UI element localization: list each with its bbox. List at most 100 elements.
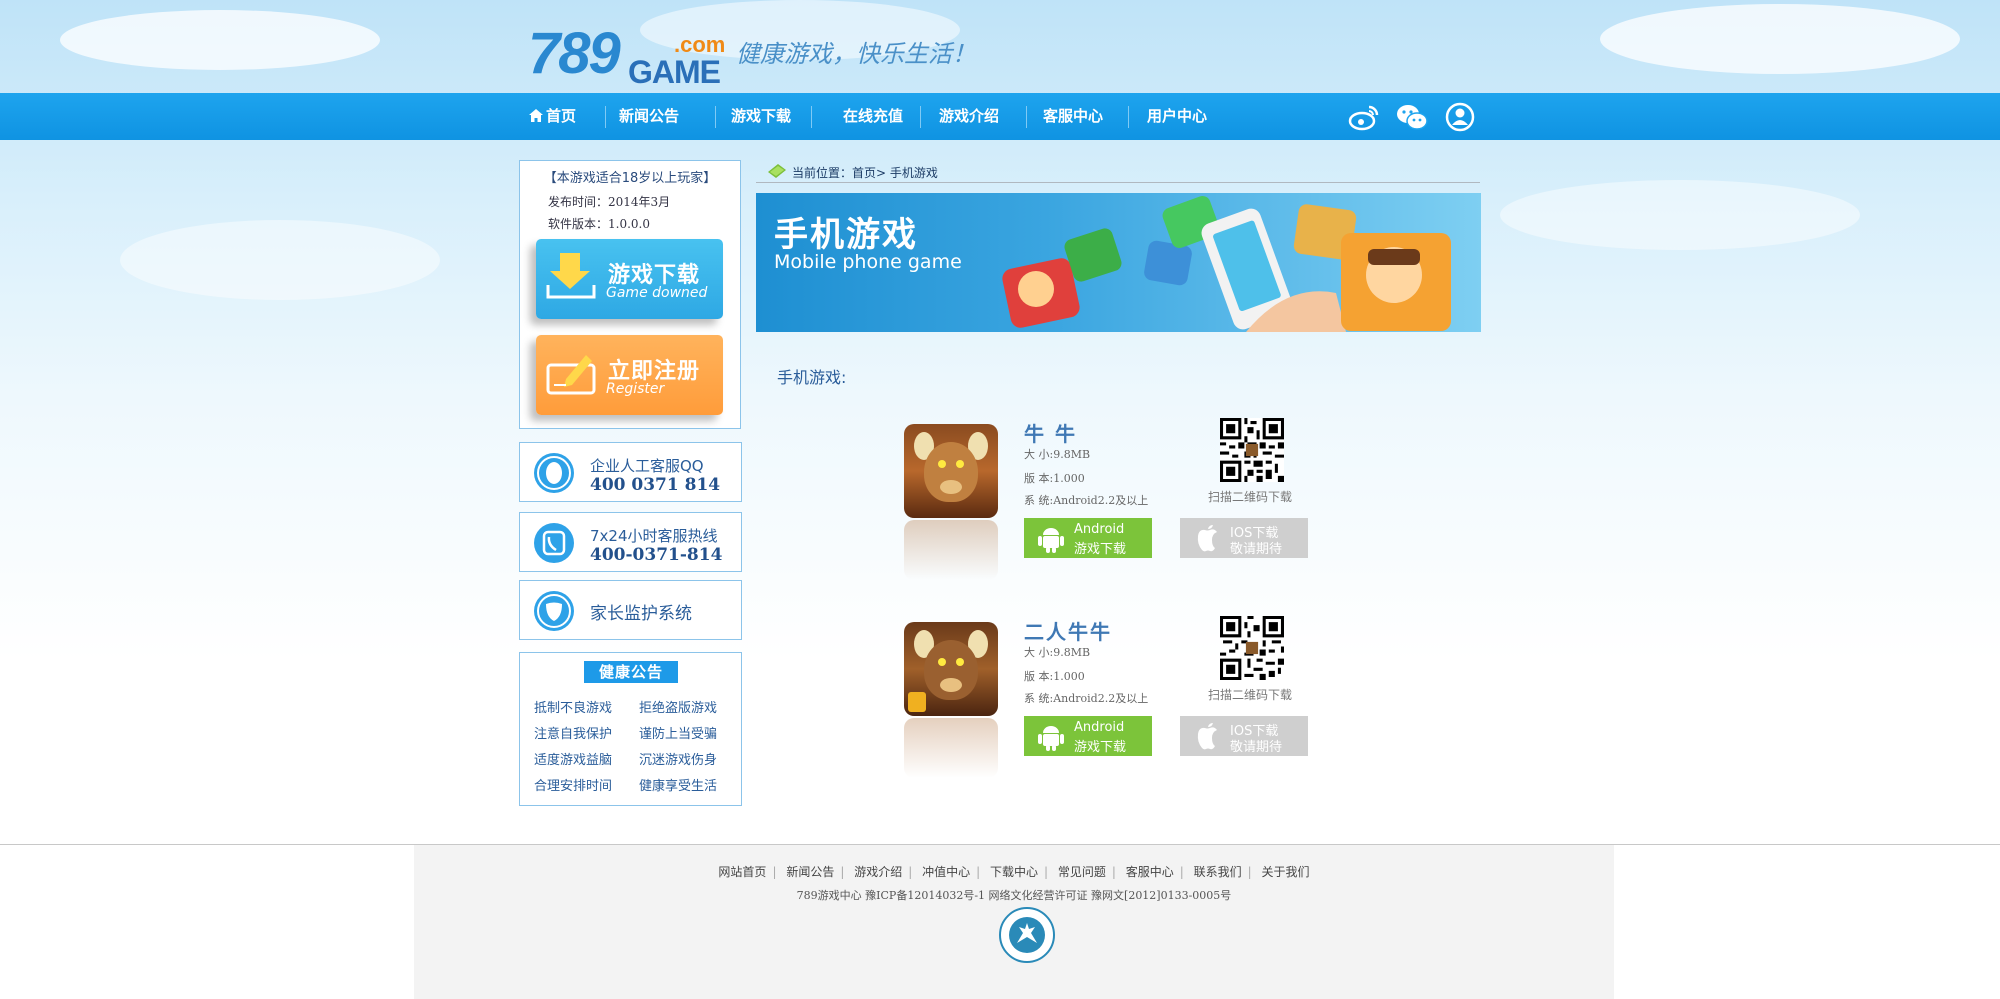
footer-link-news[interactable]: 新闻公告: [786, 865, 834, 879]
software-version: 软件版本：1.0.0.0: [548, 217, 650, 231]
nav-item-intro[interactable]: 游戏介绍: [939, 93, 999, 140]
qr-label: 扫描二维码下载: [1208, 490, 1293, 504]
game-system: 系 统:Android2.2及以上: [1024, 494, 1149, 507]
android-button-sublabel: 游戏下载: [1074, 542, 1127, 557]
qq-icon: [534, 453, 574, 493]
nav-item-user[interactable]: 用户中心: [1147, 93, 1207, 140]
footer-link-recharge[interactable]: 冲值中心: [922, 865, 970, 879]
hotline-number: 400-0371-814: [590, 545, 723, 565]
footer-link-contact[interactable]: 联系我们: [1194, 865, 1242, 879]
nav-divider: [1026, 106, 1027, 128]
parent-control-label: 家长监护系统: [590, 604, 692, 624]
game-system: 系 统:Android2.2及以上: [1024, 692, 1149, 705]
footer-link-about[interactable]: 关于我们: [1262, 865, 1310, 879]
game-download-button[interactable]: 游戏下载 Game downed: [536, 239, 723, 319]
game-card: 二人牛牛 大 小:9.8MB 版 本:1.000 系 统:Android2.2及…: [904, 614, 1324, 794]
nav-item-news[interactable]: 新闻公告: [619, 93, 679, 140]
nav-divider: [1128, 106, 1129, 128]
nav-item-service[interactable]: 客服中心: [1043, 93, 1103, 140]
game-version: 版 本:1.000: [1024, 472, 1085, 485]
banner-art: [1002, 195, 1451, 332]
game-size: 大 小:9.8MB: [1024, 646, 1091, 659]
wechat-icon[interactable]: [1396, 101, 1428, 133]
health-item: 健康享受生活: [639, 779, 718, 794]
qq-service-label: 企业人工客服QQ: [590, 457, 704, 475]
banner-title: 手机游戏: [774, 215, 918, 255]
ios-button-sublabel: 敬请期待: [1230, 542, 1283, 557]
icon-reflection: [904, 520, 998, 580]
game-name: 牛 牛: [1024, 422, 1077, 446]
health-notice-title: 健康公告: [584, 661, 678, 683]
nav-divider: [715, 106, 716, 128]
ios-download-button[interactable]: IOS下载 敬请期待: [1180, 716, 1308, 756]
android-button-label: Android: [1074, 522, 1125, 537]
game-icon-errenniuniu[interactable]: [904, 622, 998, 716]
mobile-game-banner: 手机游戏 Mobile phone game: [756, 193, 1481, 332]
phone-icon: [534, 523, 574, 563]
game-card: 牛 牛 大 小:9.8MB 版 本:1.000 系 统:Android2.2及以…: [904, 416, 1324, 596]
download-button-sublabel: Game downed: [606, 285, 708, 301]
cloud-decoration: [120, 220, 440, 300]
nav-item-label: 首页: [546, 107, 577, 125]
register-icon: [546, 355, 596, 395]
android-download-button[interactable]: Android 游戏下载: [1024, 518, 1152, 558]
nav-divider: [811, 106, 812, 128]
parent-control-link[interactable]: 家长监护系统: [519, 580, 742, 640]
footer-link-service[interactable]: 客服中心: [1126, 865, 1174, 879]
logo-number: 789: [528, 21, 621, 86]
android-button-label: Android: [1074, 720, 1125, 735]
footer-link-intro[interactable]: 游戏介绍: [854, 865, 902, 879]
main-nav: 首页 新闻公告 游戏下载 在线充值 游戏介绍 客服中心 用户中心: [0, 93, 2000, 140]
game-size: 大 小:9.8MB: [1024, 448, 1091, 461]
hotline-link[interactable]: 7x24小时客服热线 400-0371-814: [519, 512, 742, 572]
hotline-label: 7x24小时客服热线: [590, 527, 718, 545]
health-item: 注意自我保护: [534, 727, 613, 742]
footer-icp-text: 789游戏中心 豫ICP备12014032号-1 网络文化经营许可证 豫网文[2…: [796, 889, 1232, 902]
ios-download-button[interactable]: IOS下载 敬请期待: [1180, 518, 1308, 558]
nav-divider: [920, 106, 921, 128]
license-badge-icon[interactable]: [999, 907, 1055, 963]
age-notice: 【本游戏适合18岁以上玩家】: [543, 171, 717, 186]
nav-divider: [605, 106, 606, 128]
weibo-icon[interactable]: [1348, 101, 1380, 133]
home-icon: [529, 109, 543, 122]
logo-slogan: 健康游戏，快乐生活！: [736, 40, 976, 68]
game-icon-niuniu[interactable]: [904, 424, 998, 518]
game-version: 版 本:1.000: [1024, 670, 1085, 683]
health-item: 拒绝盗版游戏: [639, 701, 718, 716]
health-item: 抵制不良游戏: [534, 701, 613, 716]
register-button[interactable]: 立即注册 Register: [536, 335, 723, 415]
footer-link-download[interactable]: 下载中心: [990, 865, 1038, 879]
game-name: 二人牛牛: [1024, 620, 1112, 644]
android-button-sublabel: 游戏下载: [1074, 740, 1127, 755]
apple-icon: [1197, 723, 1217, 750]
qr-code: [1220, 418, 1284, 482]
health-item: 沉迷游戏伤身: [639, 753, 718, 768]
user-icon[interactable]: [1444, 101, 1476, 133]
breadcrumb-text[interactable]: 当前位置：首页> 手机游戏: [792, 164, 938, 181]
site-logo[interactable]: 789 .com GAME 健康游戏，快乐生活！: [528, 20, 976, 91]
breadcrumb: 当前位置：首页> 手机游戏: [756, 162, 1480, 183]
nav-item-download[interactable]: 游戏下载: [731, 93, 791, 140]
register-button-sublabel: Register: [606, 381, 665, 397]
health-item: 谨防上当受骗: [639, 727, 718, 742]
footer-link-faq[interactable]: 常见问题: [1058, 865, 1106, 879]
footer-links: 网站首页 | 新闻公告 | 游戏介绍 | 冲值中心 | 下载中心 | 常见问题 | 客服中心…: [718, 865, 1310, 879]
icon-reflection: [904, 718, 998, 778]
health-item: 合理安排时间: [534, 779, 613, 794]
qq-service-link[interactable]: 企业人工客服QQ 400 0371 814: [519, 442, 742, 502]
nav-item-recharge[interactable]: 在线充值: [843, 93, 903, 140]
logo-game-text: GAME: [628, 54, 721, 90]
location-icon: [768, 164, 786, 178]
qq-service-number: 400 0371 814: [590, 475, 721, 495]
health-item: 适度游戏益脑: [534, 753, 613, 768]
section-title: 手机游戏:: [777, 368, 847, 387]
android-download-button[interactable]: Android 游戏下载: [1024, 716, 1152, 756]
android-icon: [1038, 528, 1064, 553]
banner-subtitle: Mobile phone game: [774, 251, 962, 273]
footer-link-home[interactable]: 网站首页: [718, 865, 766, 879]
qr-code: [1220, 616, 1284, 680]
download-icon: [546, 253, 596, 299]
health-notice-panel: 健康公告 抵制不良游戏 拒绝盗版游戏 注意自我保护 谨防上当受骗 适度游戏益脑 …: [519, 652, 742, 806]
nav-item-home[interactable]: 首页: [529, 93, 576, 140]
